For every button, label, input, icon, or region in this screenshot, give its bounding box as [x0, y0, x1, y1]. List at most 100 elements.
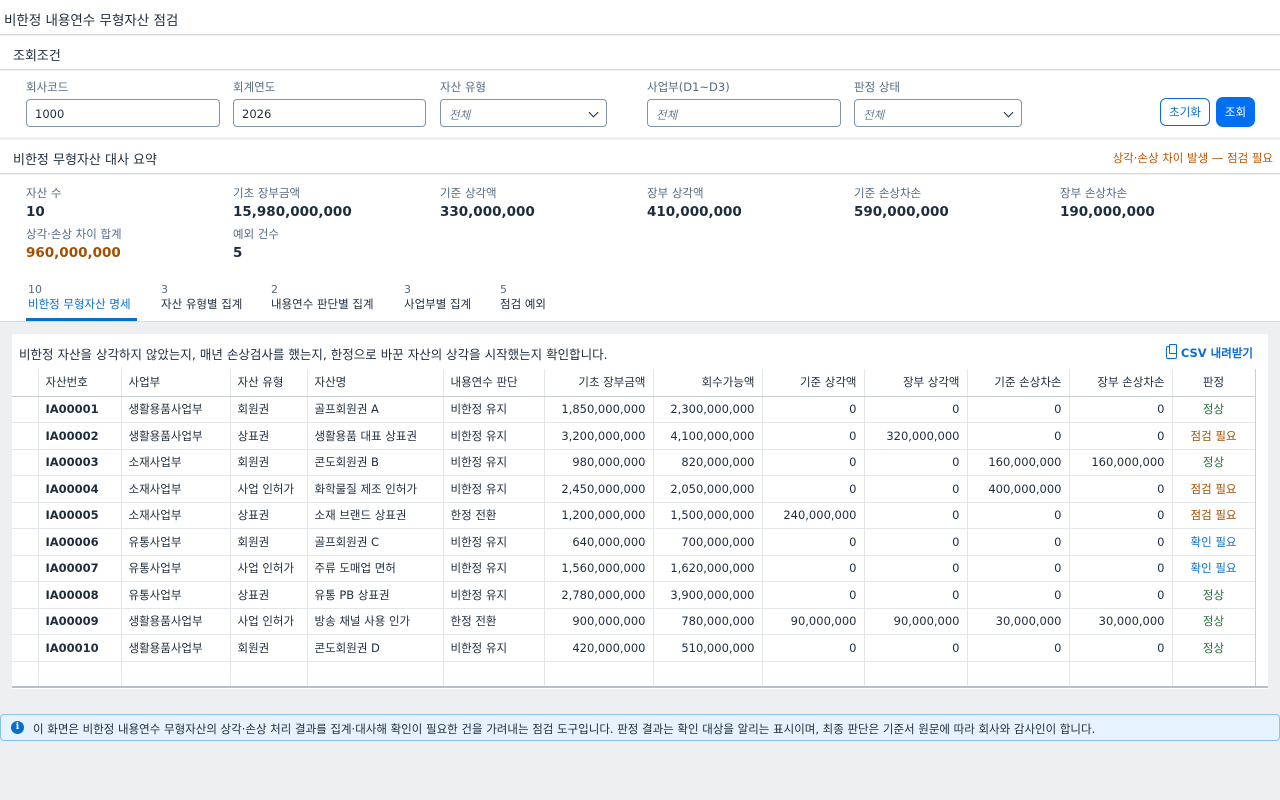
tab-exceptions[interactable]: 5 점검 예외 — [500, 283, 546, 311]
row-selector[interactable] — [12, 634, 39, 662]
division-label: 사업부(D1~D3) — [647, 80, 730, 94]
tab-by-asset-type[interactable]: 3 자산 유형별 집계 — [161, 283, 242, 311]
opening-book-value-cell: 1,850,000,000 — [544, 396, 654, 423]
row-selector[interactable] — [12, 581, 39, 609]
useful-life-cell: 비한정 유지 — [443, 422, 545, 450]
horizontal-scrollbar[interactable] — [12, 686, 1268, 688]
empty-cell — [544, 661, 654, 688]
tab-by-useful-life[interactable]: 2 내용연수 판단별 집계 — [271, 283, 374, 311]
column-header[interactable]: 자산 유형 — [230, 369, 308, 397]
asset-type-cell: 사업 인허가 — [230, 475, 308, 503]
column-header[interactable]: 장부 상각액 — [864, 369, 968, 397]
asset-name-cell: 소재 브랜드 상표권 — [307, 502, 444, 529]
row-selector[interactable] — [12, 449, 39, 476]
vertical-scrollbar[interactable] — [1255, 369, 1268, 687]
column-header[interactable]: 자산번호 — [38, 369, 122, 397]
reset-button[interactable]: 초기화 — [1160, 98, 1210, 126]
column-header[interactable]: 기준 상각액 — [762, 369, 865, 397]
asset-type-cell: 회원권 — [230, 396, 308, 423]
standard-impairment-cell: 0 — [967, 634, 1070, 662]
status-cell: 정상 — [1172, 449, 1256, 476]
kpi-panel: 자산 수 10 기초 장부금액 15,980,000,000 기준 상각액 33… — [0, 175, 1280, 271]
column-header[interactable]: 사업부 — [121, 369, 231, 397]
company-code-input[interactable]: 1000 — [26, 99, 220, 127]
column-header[interactable]: 자산명 — [307, 369, 444, 397]
row-selector[interactable] — [12, 608, 39, 635]
row-selector[interactable] — [12, 502, 39, 529]
tab-asset-list[interactable]: 10 비한정 무형자산 명세 — [28, 283, 131, 311]
fiscal-year-input[interactable]: 2026 — [233, 99, 426, 127]
summary-title: 비한정 무형자산 대사 요약 — [13, 153, 157, 168]
standard-impairment-cell: 30,000,000 — [967, 608, 1070, 635]
column-header[interactable]: 장부 손상차손 — [1069, 369, 1173, 397]
recoverable-amount-cell: 510,000,000 — [653, 634, 763, 662]
kpi-value: 410,000,000 — [647, 204, 742, 220]
division-cell: 생활용품사업부 — [121, 634, 231, 662]
asset-name-cell: 화학물질 제조 인허가 — [307, 475, 444, 503]
row-selector[interactable] — [12, 555, 39, 582]
tab-by-division[interactable]: 3 사업부별 집계 — [404, 283, 471, 311]
table-row[interactable]: IA00006 유통사업부 회원권 골프회원권 C 비한정 유지 640,000,000 7… — [12, 528, 1256, 556]
kpi-label: 기준 손상차손 — [854, 186, 922, 200]
csv-download-button[interactable]: CSV 내려받기 — [1165, 344, 1253, 361]
company-code-label: 회사코드 — [26, 80, 69, 94]
table-row[interactable]: IA00003 소재사업부 회원권 콘도회원권 B 비한정 유지 980,000,000 8… — [12, 449, 1256, 476]
tab-count: 5 — [500, 283, 507, 296]
column-header[interactable]: 기초 장부금액 — [544, 369, 654, 397]
status-cell: 점검 필요 — [1172, 502, 1256, 529]
column-header[interactable]: 기준 손상차손 — [967, 369, 1070, 397]
empty-cell — [121, 661, 231, 688]
recoverable-amount-cell: 4,100,000,000 — [653, 422, 763, 450]
table-row[interactable]: IA00009 생활용품사업부 사업 인허가 방송 채널 사용 인가 한정 전환 900,… — [12, 608, 1256, 635]
table-row[interactable]: IA00004 소재사업부 사업 인허가 화학물질 제조 인허가 비한정 유지 2,450… — [12, 475, 1256, 503]
book-impairment-cell: 0 — [1069, 502, 1173, 529]
row-selector-header[interactable] — [12, 369, 39, 397]
division-cell: 생활용품사업부 — [121, 608, 231, 635]
row-selector[interactable] — [12, 475, 39, 503]
table-row[interactable]: IA00008 유통사업부 상표권 유통 PB 상표권 비한정 유지 2,780,000,… — [12, 581, 1256, 609]
recoverable-amount-cell: 2,050,000,000 — [653, 475, 763, 503]
status-cell: 정상 — [1172, 634, 1256, 662]
status-cell: 확인 필요 — [1172, 528, 1256, 556]
status-cell: 정상 — [1172, 581, 1256, 609]
table-row[interactable]: IA00007 유통사업부 사업 인허가 주류 도매업 면허 비한정 유지 1,560,0… — [12, 555, 1256, 582]
division-cell: 유통사업부 — [121, 581, 231, 609]
table-row[interactable]: IA00002 생활용품사업부 상표권 생활용품 대표 상표권 비한정 유지 3,200,… — [12, 422, 1256, 450]
book-amortization-cell: 0 — [864, 555, 968, 582]
filter-bar: 회사코드 1000 회계연도 2026 자산 유형 전체 사업부(D1~D3) … — [0, 71, 1280, 137]
asset-type-cell: 회원권 — [230, 528, 308, 556]
standard-impairment-cell: 160,000,000 — [967, 449, 1070, 476]
standard-impairment-cell: 0 — [967, 502, 1070, 529]
asset-type-select[interactable]: 전체 — [440, 99, 607, 127]
book-impairment-cell: 0 — [1069, 422, 1173, 450]
asset-type-cell: 회원권 — [230, 449, 308, 476]
table-row[interactable]: IA00010 생활용품사업부 회원권 콘도회원권 D 비한정 유지 420,000,00… — [12, 634, 1256, 662]
standard-impairment-cell: 0 — [967, 528, 1070, 556]
asset-table: 자산번호 사업부 자산 유형 자산명 내용연수 판단 기초 장부금액 회수가능액… — [12, 369, 1256, 688]
kpi-label: 기초 장부금액 — [233, 186, 301, 200]
search-button[interactable]: 조회 — [1216, 97, 1255, 127]
status-label: 판정 상태 — [854, 80, 900, 94]
asset-type-value: 전체 — [449, 108, 471, 122]
row-selector[interactable] — [12, 422, 39, 450]
kpi-value: 590,000,000 — [854, 204, 949, 220]
column-header[interactable]: 판정 — [1172, 369, 1256, 397]
row-selector[interactable] — [12, 396, 39, 423]
table-hint: 비한정 자산을 상각하지 않았는지, 매년 손상검사를 했는지, 한정으로 바꾼… — [19, 347, 608, 362]
asset-name-cell: 골프회원권 A — [307, 396, 444, 423]
column-header[interactable]: 회수가능액 — [653, 369, 763, 397]
kpi-book-impairment: 장부 손상차손 190,000,000 — [1060, 185, 1155, 220]
book-amortization-cell: 320,000,000 — [864, 422, 968, 450]
column-header[interactable]: 내용연수 판단 — [443, 369, 545, 397]
kpi-standard-impairment: 기준 손상차손 590,000,000 — [854, 185, 949, 220]
table-row[interactable]: IA00005 소재사업부 상표권 소재 브랜드 상표권 한정 전환 1,200,000,… — [12, 502, 1256, 529]
tab-label: 자산 유형별 집계 — [161, 297, 243, 311]
table-row[interactable]: IA00001 생활용품사업부 회원권 골프회원권 A 비한정 유지 1,850,000,… — [12, 396, 1256, 423]
division-input[interactable]: 전체 — [647, 99, 841, 127]
status-cell: 정상 — [1172, 396, 1256, 423]
opening-book-value-cell: 1,560,000,000 — [544, 555, 654, 582]
status-select[interactable]: 전체 — [854, 99, 1022, 127]
info-icon: i — [11, 721, 24, 734]
book-impairment-cell: 0 — [1069, 396, 1173, 423]
row-selector[interactable] — [12, 528, 39, 556]
